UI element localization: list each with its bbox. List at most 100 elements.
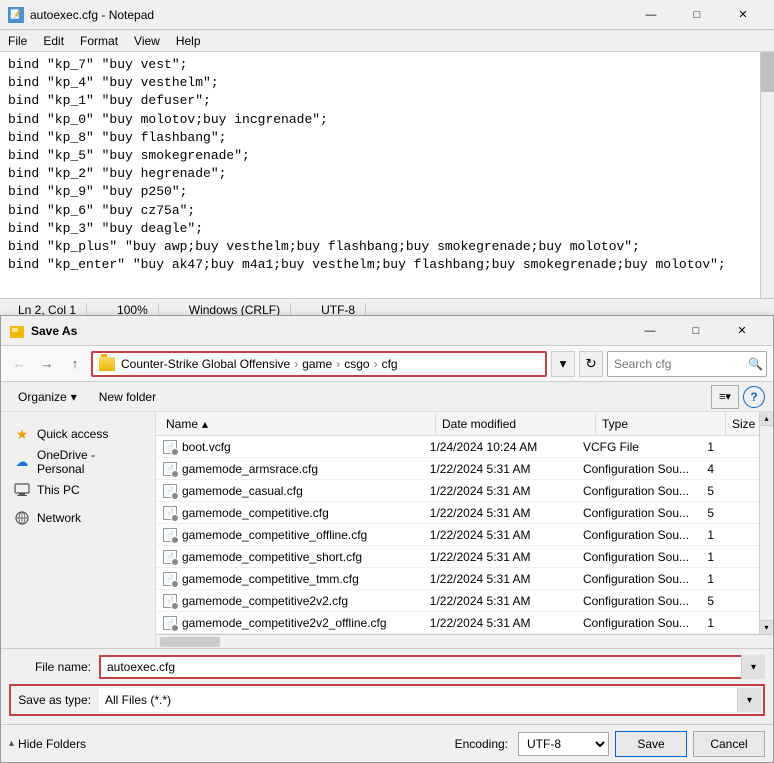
notepad-title: autoexec.cfg - Notepad [30, 8, 628, 22]
cfg-file-icon: 📄 [163, 550, 177, 564]
file-cell-size: 1 [701, 572, 759, 586]
file-cell-type: Configuration Sou... [577, 528, 701, 542]
file-cell-size: 5 [701, 506, 759, 520]
addr-dropdown-button[interactable]: ▾ [551, 351, 575, 377]
file-cell-type: Configuration Sou... [577, 484, 701, 498]
file-name: gamemode_armsrace.cfg [182, 462, 318, 476]
file-cell-size: 5 [701, 484, 759, 498]
col-header-size[interactable]: Size [726, 412, 759, 436]
addr-refresh-button[interactable]: ↻ [579, 351, 603, 377]
filename-dropdown-button[interactable]: ▾ [741, 655, 765, 679]
menu-edit[interactable]: Edit [35, 30, 72, 51]
hide-folders-button[interactable]: ▴ Hide Folders [9, 737, 86, 751]
col-header-date[interactable]: Date modified [436, 412, 596, 436]
dialog-maximize-button[interactable]: □ [673, 316, 719, 346]
file-icon: 📄 [162, 615, 178, 631]
col-type-label: Type [602, 417, 628, 431]
network-icon [13, 509, 31, 527]
new-folder-button[interactable]: New folder [90, 387, 165, 407]
filename-row: File name: ▾ [9, 655, 765, 679]
hscroll-thumb[interactable] [160, 637, 220, 647]
cfg-file-icon: 📄 [163, 506, 177, 520]
file-icon: 📄 [162, 593, 178, 609]
menu-file[interactable]: File [0, 30, 35, 51]
dialog-filelist: Name ▴ Date modified Type Size [156, 412, 759, 634]
table-row[interactable]: 📄 gamemode_competitive2v2.cfg 1/22/2024 … [156, 590, 759, 612]
sidebar-label-thispc: This PC [37, 483, 80, 497]
file-icon: 📄 [162, 483, 178, 499]
table-row[interactable]: 📄 gamemode_competitive.cfg 1/22/2024 5:3… [156, 502, 759, 524]
table-row[interactable]: 📄 gamemode_casual.cfg 1/22/2024 5:31 AM … [156, 480, 759, 502]
sidebar-label-onedrive: OneDrive - Personal [37, 448, 143, 476]
col-header-name[interactable]: Name ▴ [156, 412, 436, 436]
vscroll-down-button[interactable]: ▾ [760, 620, 773, 634]
file-name: gamemode_competitive2v2_offline.cfg [182, 616, 387, 630]
notepad-vscrollbar[interactable] [760, 52, 774, 298]
filelist-vscrollbar[interactable]: ▴ ▾ [759, 412, 773, 634]
maximize-button[interactable]: □ [674, 0, 720, 30]
dialog-minimize-button[interactable]: — [627, 316, 673, 346]
addr-right: ▾ ↻ [551, 351, 603, 377]
sidebar-item-thispc[interactable]: This PC [5, 476, 151, 504]
file-icon: 📄 [162, 527, 178, 543]
encoding-select[interactable]: UTF-8 ANSI UTF-16 LE UTF-16 BE [518, 732, 609, 756]
notepad-app-icon: 📝 [8, 7, 24, 23]
notepad-scrollbar-thumb[interactable] [761, 52, 774, 92]
view-button[interactable]: ≡▾ [711, 385, 739, 409]
file-name: gamemode_competitive_offline.cfg [182, 528, 367, 542]
savetype-dropdown-button[interactable]: ▾ [737, 688, 761, 712]
breadcrumb-part-2[interactable]: game [302, 357, 332, 371]
file-name: gamemode_competitive.cfg [182, 506, 329, 520]
notepad-text-area[interactable]: bind "kp_7" "buy vest"; bind "kp_4" "buy… [0, 52, 774, 278]
close-button[interactable]: ✕ [720, 0, 766, 30]
search-input[interactable] [607, 351, 767, 377]
breadcrumb-part-4[interactable]: cfg [382, 357, 398, 371]
file-cell-name: 📄 gamemode_competitive_offline.cfg [156, 527, 424, 543]
file-cell-date: 1/24/2024 10:24 AM [424, 440, 577, 454]
file-icon: 📄 [162, 461, 178, 477]
hide-folders-label: Hide Folders [18, 737, 86, 751]
table-row[interactable]: 📄 gamemode_competitive2v2_offline.cfg 1/… [156, 612, 759, 634]
dialog-title-icon [9, 323, 25, 339]
savetype-label: Save as type: [13, 693, 99, 707]
file-cell-type: Configuration Sou... [577, 550, 701, 564]
table-row[interactable]: 📄 gamemode_competitive_offline.cfg 1/22/… [156, 524, 759, 546]
organize-button[interactable]: Organize ▾ [9, 387, 86, 407]
dialog-close-button[interactable]: ✕ [719, 316, 765, 346]
save-button[interactable]: Save [615, 731, 687, 757]
sidebar-item-onedrive[interactable]: ☁ OneDrive - Personal [5, 448, 151, 476]
vscroll-up-button[interactable]: ▴ [760, 412, 773, 426]
dialog-main: ★ Quick access ☁ OneDrive - Personal Thi… [1, 412, 773, 648]
sidebar-item-quickaccess[interactable]: ★ Quick access [5, 420, 151, 448]
filelist-hscrollbar[interactable] [156, 634, 773, 648]
table-row[interactable]: 📄 gamemode_competitive_tmm.cfg 1/22/2024… [156, 568, 759, 590]
table-row[interactable]: 📄 gamemode_armsrace.cfg 1/22/2024 5:31 A… [156, 458, 759, 480]
file-cell-type: Configuration Sou... [577, 506, 701, 520]
menu-view[interactable]: View [126, 30, 168, 51]
cfg-file-icon: 📄 [163, 572, 177, 586]
file-cell-size: 1 [701, 616, 759, 630]
col-header-type[interactable]: Type [596, 412, 726, 436]
cancel-button[interactable]: Cancel [693, 731, 765, 757]
breadcrumb-part-3[interactable]: csgo [344, 357, 369, 371]
filelist-outer: Name ▴ Date modified Type Size [156, 412, 773, 648]
address-path[interactable]: Counter-Strike Global Offensive › game ›… [91, 351, 547, 377]
help-button[interactable]: ? [743, 386, 765, 408]
menu-format[interactable]: Format [72, 30, 126, 51]
organize-chevron-icon: ▾ [71, 390, 77, 404]
file-cell-date: 1/22/2024 5:31 AM [424, 572, 577, 586]
filename-input[interactable] [99, 655, 765, 679]
menu-help[interactable]: Help [168, 30, 209, 51]
back-button[interactable]: ← [7, 352, 31, 376]
sidebar-item-network[interactable]: Network [5, 504, 151, 532]
dialog-sidebar: ★ Quick access ☁ OneDrive - Personal Thi… [1, 412, 156, 648]
up-button[interactable]: ↑ [63, 352, 87, 376]
encoding-label: Encoding: [455, 737, 508, 751]
table-row[interactable]: 📄 boot.vcfg 1/24/2024 10:24 AM VCFG File… [156, 436, 759, 458]
breadcrumb-part-1[interactable]: Counter-Strike Global Offensive [121, 357, 290, 371]
file-cell-type: Configuration Sou... [577, 572, 701, 586]
minimize-button[interactable]: — [628, 0, 674, 30]
savetype-input[interactable] [99, 688, 761, 712]
table-row[interactable]: 📄 gamemode_competitive_short.cfg 1/22/20… [156, 546, 759, 568]
forward-button[interactable]: → [35, 352, 59, 376]
